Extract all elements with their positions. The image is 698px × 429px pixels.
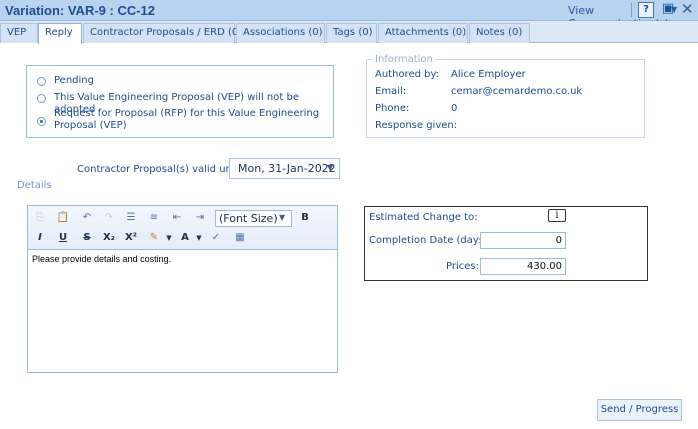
tab-vep[interactable]: VEP — [0, 23, 38, 43]
close-icon[interactable]: ✕ — [681, 0, 694, 18]
estimated-change-panel: Estimated Change to: i Completion Date (… — [364, 206, 648, 281]
prices-input[interactable]: 430.00 — [480, 258, 566, 275]
valid-until-date-select[interactable]: Mon, 31-Jan-2022 ▼ — [229, 158, 340, 179]
radio-button[interactable] — [37, 77, 46, 86]
underline-icon[interactable]: U — [56, 231, 70, 245]
help-icon[interactable]: ? — [638, 2, 654, 18]
prices-label: Prices: — [446, 261, 479, 272]
undo-icon[interactable]: ↶ — [80, 211, 94, 225]
email-value: cemar@cemardemo.co.uk — [451, 86, 583, 97]
phone-label: Phone: — [375, 103, 410, 114]
superscript-icon[interactable]: X² — [124, 231, 138, 245]
information-panel: Information Authored by: Alice Employer … — [366, 54, 645, 138]
tab-associations[interactable]: Associations (0) — [236, 23, 325, 43]
italic-icon[interactable]: I — [33, 231, 47, 245]
valid-until-label: Contractor Proposal(s) valid until — [77, 164, 242, 175]
tab-notes[interactable]: Notes (0) — [469, 23, 530, 43]
details-text[interactable]: Please provide details and costing. — [32, 254, 171, 264]
paste-icon[interactable]: 📋 — [56, 211, 70, 225]
send-progress-button[interactable]: Send / Progress — [597, 399, 682, 421]
indent-icon[interactable]: ⇥ — [193, 211, 207, 225]
completion-date-input[interactable]: 0 — [480, 232, 566, 249]
copy-icon[interactable]: ⎘ — [33, 211, 47, 225]
chevron-down-icon[interactable]: ▼ — [192, 231, 206, 245]
tab-bar: VEP Reply Contractor Proposals / ERD (0)… — [0, 21, 698, 44]
valid-until-value: Mon, 31-Jan-2022 — [238, 162, 336, 175]
save-icon[interactable]: ▣ — [660, 2, 676, 18]
page-title: Variation: VAR-9 : CC-12 — [5, 3, 156, 18]
spellcheck-icon[interactable]: ✓ — [209, 231, 223, 245]
info-icon[interactable]: i — [548, 209, 566, 222]
bold-icon[interactable]: B — [298, 211, 312, 225]
redo-icon[interactable]: ↷ — [102, 211, 116, 225]
details-editor: ⎘ 📋 ↶ ↷ ☰ ≡ ⇤ ⇥ (Font Size) ▼ B I U S X₂… — [27, 205, 338, 373]
font-color-icon[interactable]: A — [178, 231, 192, 245]
response-given-value: - — [443, 120, 447, 131]
font-size-select[interactable]: (Font Size) ▼ — [215, 210, 292, 227]
response-options: Pending This Value Engineering Proposal … — [26, 65, 334, 138]
subscript-icon[interactable]: X₂ — [102, 231, 116, 245]
table-icon[interactable]: ▦ — [233, 231, 247, 245]
highlight-icon[interactable]: ✎ — [147, 231, 161, 245]
numbered-list-icon[interactable]: ≡ — [147, 211, 161, 225]
radio-button-selected[interactable] — [37, 117, 46, 126]
chevron-down-icon[interactable]: ▼ — [327, 163, 333, 172]
authored-by-value: Alice Employer — [451, 69, 526, 80]
tab-attachments[interactable]: Attachments (0) — [378, 23, 468, 43]
tab-reply[interactable]: Reply — [38, 23, 82, 44]
tab-tags[interactable]: Tags (0) — [326, 23, 377, 43]
bullet-list-icon[interactable]: ☰ — [124, 211, 138, 225]
details-label: Details — [17, 180, 52, 191]
email-label: Email: — [375, 86, 407, 97]
editor-toolbar: ⎘ 📋 ↶ ↷ ☰ ≡ ⇤ ⇥ (Font Size) ▼ B I U S X₂… — [28, 206, 337, 250]
information-legend: Information — [373, 54, 435, 65]
tab-contractor-proposals[interactable]: Contractor Proposals / ERD (0) — [83, 23, 242, 43]
chevron-down-icon[interactable]: ▼ — [279, 213, 285, 222]
outdent-icon[interactable]: ⇤ — [170, 211, 184, 225]
phone-value: 0 — [451, 103, 458, 114]
toolbar-separator — [631, 3, 632, 17]
font-size-value: (Font Size) — [219, 212, 278, 225]
chevron-down-icon[interactable]: ▼ — [162, 231, 176, 245]
strikethrough-icon[interactable]: S — [80, 231, 94, 245]
completion-date-label: Completion Date (days): — [369, 235, 492, 246]
title-bar: Variation: VAR-9 : CC-12 View Communicat… — [0, 0, 698, 30]
authored-by-label: Authored by: — [375, 69, 440, 80]
estimated-change-title: Estimated Change to: — [369, 212, 478, 223]
radio-button[interactable] — [37, 94, 46, 103]
